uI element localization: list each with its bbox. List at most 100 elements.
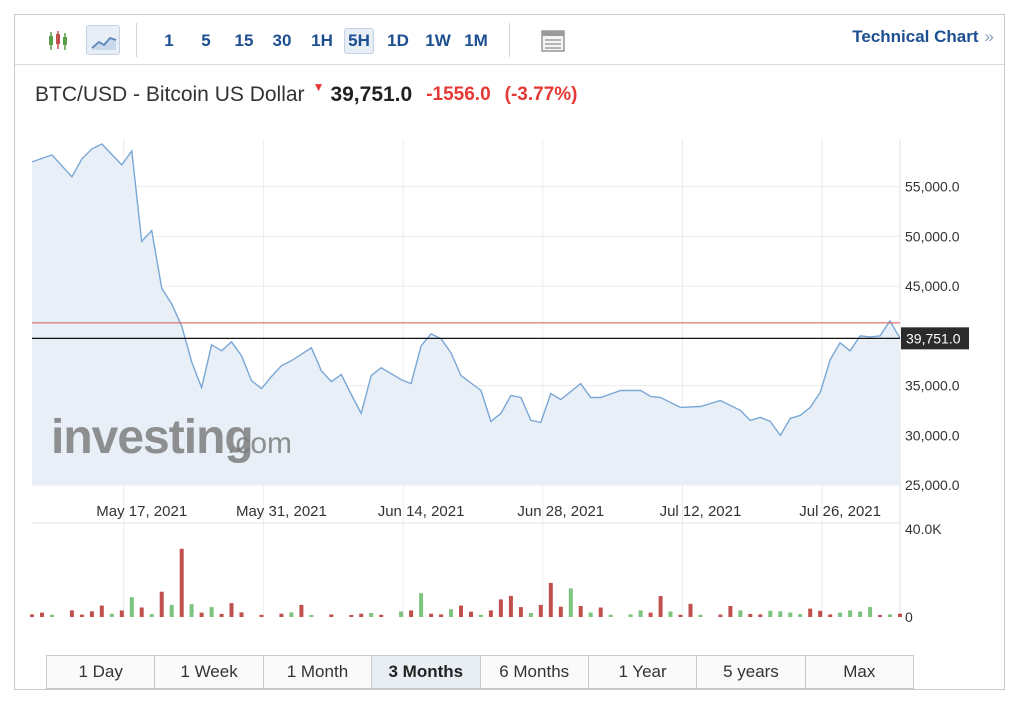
current-price-tag: 39,751.0 xyxy=(901,327,969,350)
volume-bar xyxy=(30,614,34,617)
volume-bar xyxy=(329,614,334,617)
chart-toolbar: 1 5 15 30 1H 5H 1D 1W 1M Technical Chart » xyxy=(15,15,1004,65)
table-view-button[interactable] xyxy=(535,25,569,55)
volume-bar xyxy=(748,613,753,617)
volume-bar xyxy=(588,612,593,617)
x-tick-label: May 31, 2021 xyxy=(236,503,327,520)
volume-bar xyxy=(668,611,673,617)
x-tick-label: May 17, 2021 xyxy=(96,503,187,520)
x-tick-label: Jul 12, 2021 xyxy=(660,503,742,520)
price-change: -1556.0 xyxy=(426,84,491,105)
volume-bar xyxy=(359,613,364,617)
volume-bar xyxy=(878,615,882,617)
volume-bar xyxy=(888,614,892,617)
volume-bar xyxy=(379,614,384,617)
volume-axis-labels: 40.0K 0 xyxy=(905,521,942,625)
double-chevron-right-icon: » xyxy=(984,27,994,46)
price-chart: 39,751.0 55,000.0 50,000.0 45,000.0 35,000.… xyxy=(30,139,969,625)
range-6-months[interactable]: 6 Months xyxy=(480,656,589,688)
volume-bar xyxy=(648,612,653,617)
volume-bar xyxy=(788,612,793,617)
y-tick-label: 30,000.0 xyxy=(905,427,960,443)
interval-1m[interactable]: 1M xyxy=(462,28,490,54)
range-1-month[interactable]: 1 Month xyxy=(263,656,373,688)
range-3-months[interactable]: 3 Months xyxy=(372,656,481,688)
volume-bar xyxy=(568,588,573,617)
volume-max-label: 40.0K xyxy=(905,521,942,537)
volume-bar xyxy=(259,614,264,617)
candlestick-chart-button[interactable] xyxy=(41,25,75,55)
range-1-week[interactable]: 1 Week xyxy=(155,656,264,688)
volume-bar xyxy=(469,611,473,617)
volume-bar xyxy=(808,608,813,617)
volume-bar xyxy=(528,613,533,617)
volume-bar xyxy=(858,611,863,617)
volume-bar xyxy=(139,607,144,617)
volume-bar xyxy=(369,613,374,617)
interval-5[interactable]: 5 xyxy=(198,28,214,54)
interval-15[interactable]: 15 xyxy=(232,28,256,54)
volume-bar xyxy=(50,614,54,617)
volume-bar xyxy=(658,596,663,617)
interval-1d[interactable]: 1D xyxy=(385,28,411,54)
interval-30[interactable]: 30 xyxy=(270,28,294,54)
interval-1w[interactable]: 1W xyxy=(423,28,453,54)
x-tick-label: Jun 14, 2021 xyxy=(378,503,465,520)
y-tick-label: 35,000.0 xyxy=(905,378,960,394)
instrument-header: BTC/USD - Bitcoin US Dollar ▼ 39,751.0 -155… xyxy=(35,80,578,113)
range-max[interactable]: Max xyxy=(805,656,913,688)
line-chart-button[interactable] xyxy=(86,25,120,55)
instrument-name: BTC/USD - Bitcoin US Dollar xyxy=(35,83,305,106)
volume-bar xyxy=(688,603,693,617)
technical-chart-link[interactable]: Technical Chart » xyxy=(852,27,994,47)
volume-bar xyxy=(89,611,94,617)
volume-bar xyxy=(159,591,164,617)
line-chart-icon xyxy=(91,36,117,50)
range-1-day[interactable]: 1 Day xyxy=(47,656,156,688)
volume-bar xyxy=(638,610,643,617)
range-5-years[interactable]: 5 years xyxy=(697,656,806,688)
interval-5h[interactable]: 5H xyxy=(344,28,374,54)
price-change-percent: (-3.77%) xyxy=(504,84,578,105)
technical-chart-label: Technical Chart xyxy=(852,27,979,46)
volume-bar xyxy=(558,606,563,617)
volume-bar xyxy=(578,606,583,617)
volume-bar xyxy=(219,613,224,617)
volume-bar xyxy=(738,610,743,617)
volume-bar xyxy=(798,614,803,617)
volume-bar xyxy=(289,612,294,617)
volume-bar xyxy=(479,614,483,617)
volume-bar xyxy=(129,597,134,617)
volume-bar xyxy=(109,613,114,617)
interval-1[interactable]: 1 xyxy=(161,28,177,54)
candlestick-icon xyxy=(49,31,67,50)
volume-bar xyxy=(848,610,853,617)
volume-bar xyxy=(898,613,902,617)
volume-bar xyxy=(349,615,354,617)
range-1-year[interactable]: 1 Year xyxy=(588,656,698,688)
volume-bar xyxy=(40,612,44,617)
time-range-selector: 1 Day 1 Week 1 Month 3 Months 6 Months 1 Year… xyxy=(46,655,914,689)
volume-bar xyxy=(628,614,633,617)
volume-bar xyxy=(838,612,843,617)
volume-bar xyxy=(768,610,773,617)
volume-bar xyxy=(718,614,723,617)
x-tick-label: Jun 28, 2021 xyxy=(517,503,604,520)
volume-bar xyxy=(439,614,444,617)
volume-bar xyxy=(459,605,463,617)
interval-1h[interactable]: 1H xyxy=(309,28,335,54)
volume-bar xyxy=(169,604,174,617)
volume-bar xyxy=(209,607,214,617)
volume-bar xyxy=(279,613,284,617)
volume-bar xyxy=(229,603,234,617)
volume-bar xyxy=(99,605,104,617)
x-tick-label: Jul 26, 2021 xyxy=(799,503,881,520)
volume-bar xyxy=(449,609,453,617)
volume-bar xyxy=(79,614,84,617)
volume-bar xyxy=(548,582,553,617)
y-tick-label: 50,000.0 xyxy=(905,228,960,244)
volume-bar xyxy=(498,599,503,617)
volume-zero-label: 0 xyxy=(905,609,913,625)
current-price-tag-label: 39,751.0 xyxy=(906,330,961,346)
toolbar-separator xyxy=(509,23,510,57)
